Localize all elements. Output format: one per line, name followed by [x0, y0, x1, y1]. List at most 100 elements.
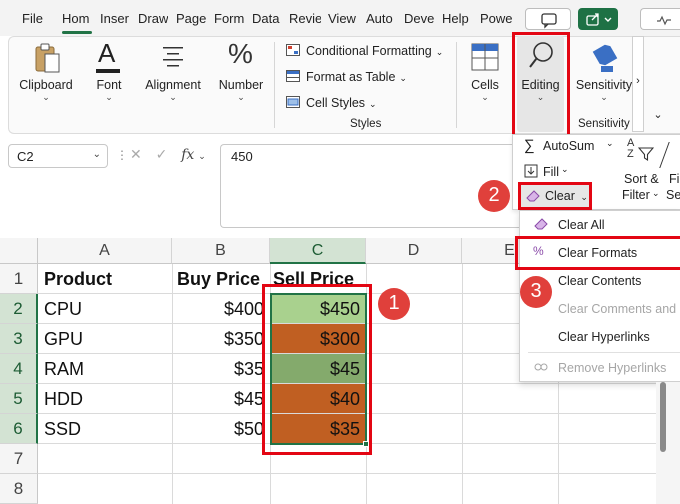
number-button[interactable]: % Number ⌄ [212, 36, 270, 132]
tab-file[interactable]: File [22, 11, 43, 26]
cancel-icon[interactable]: ✕ [130, 146, 142, 162]
comment-icon [541, 13, 557, 29]
chevron-down-icon[interactable]: ⌄ [93, 149, 101, 160]
column-header-c[interactable]: C [270, 238, 366, 264]
menu-item-clear-all[interactable]: Clear All [558, 218, 605, 232]
name-box-value: C2 [17, 149, 34, 164]
scrollbar-thumb[interactable] [660, 382, 666, 452]
cell-b2[interactable]: $400 [172, 294, 270, 324]
cells-label: Cells [471, 78, 499, 92]
chevron-down-icon[interactable]: ⌄ [652, 188, 660, 199]
autosum-button[interactable]: AutoSum [543, 139, 594, 153]
find-select-label-1[interactable]: Fi [669, 172, 679, 186]
row-header-1[interactable]: 1 [0, 264, 38, 294]
tab-automate[interactable]: Auto [366, 11, 396, 26]
menu-item-clear-hyperlinks[interactable]: Clear Hyperlinks [558, 330, 650, 344]
cell-b1[interactable]: Buy Price [177, 264, 260, 294]
cell-b3[interactable]: $350 [172, 324, 270, 354]
cell-a4[interactable]: RAM [44, 354, 84, 384]
cell-b6[interactable]: $50 [172, 414, 270, 444]
tab-draw[interactable]: Draw [138, 11, 168, 26]
tab-page-layout[interactable]: Page [176, 11, 207, 26]
row-header-7[interactable]: 7 [0, 444, 38, 474]
tab-power[interactable]: Powe [480, 11, 512, 26]
clear-button[interactable]: Clear ⌄ [518, 182, 592, 210]
conditional-formatting-button[interactable]: Conditional Formatting ⌄ [286, 44, 443, 58]
name-box[interactable]: C2 ⌄ [8, 144, 108, 168]
formula-controls: ✕ ✓ fx ⌄ [130, 146, 206, 163]
menu-item-clear-comments: Clear Comments and N [558, 302, 680, 316]
fill-icon [524, 164, 538, 178]
sort-filter-label-1[interactable]: Sort & [624, 172, 659, 186]
cell-a2[interactable]: CPU [44, 294, 82, 324]
row-header-4[interactable]: 4 [0, 354, 38, 384]
tab-home[interactable]: Hom [62, 11, 94, 26]
cell-a5[interactable]: HDD [44, 384, 83, 414]
highlight-box-selection [262, 284, 372, 455]
row-header-8[interactable]: 8 [0, 474, 38, 504]
remove-hyperlink-icon [534, 363, 548, 371]
chevron-down-icon[interactable]: ⌄ [606, 138, 614, 149]
tab-help[interactable]: Help [442, 11, 472, 26]
activity-icon [657, 15, 671, 26]
ribbon-separator [456, 42, 457, 128]
clear-formats-highlight-box [515, 236, 680, 270]
format-as-table-icon [286, 70, 300, 82]
fill-button[interactable]: Fill [543, 165, 559, 179]
cell-b5[interactable]: $45 [172, 384, 270, 414]
cell-a1[interactable]: Product [44, 264, 112, 294]
chevron-down-icon: ⌄ [435, 47, 444, 57]
formula-input[interactable]: 450 [220, 144, 520, 228]
number-label: Number [218, 78, 264, 92]
column-header-b[interactable]: B [172, 238, 270, 264]
tab-view[interactable]: View [328, 11, 358, 26]
column-header-d[interactable]: D [366, 238, 462, 264]
conditional-formatting-icon [286, 44, 300, 56]
ribbon-scroll-right[interactable]: › [632, 36, 644, 132]
chevron-down-icon: ⌄ [369, 99, 377, 109]
enter-icon[interactable]: ✓ [156, 146, 168, 162]
formula-bar-grip[interactable]: ⋮ [116, 148, 128, 162]
tab-review[interactable]: Revie [289, 11, 321, 26]
grid-line [38, 473, 680, 474]
cell-a3[interactable]: GPU [44, 324, 83, 354]
sort-filter-label-2[interactable]: Filter [622, 188, 650, 202]
cell-b4[interactable]: $35 [172, 354, 270, 384]
chevron-down-icon: ⌄ [169, 92, 177, 102]
cell-styles-button[interactable]: Cell Styles ⌄ [286, 96, 377, 110]
share-button[interactable] [578, 8, 618, 30]
chevron-down-icon[interactable]: ⌄ [198, 151, 206, 161]
cell-a6[interactable]: SSD [44, 414, 81, 444]
menu-item-clear-contents[interactable]: Clear Contents [558, 274, 641, 288]
find-select-label-2[interactable]: Sel [666, 188, 680, 202]
row-header-6[interactable]: 6 [0, 414, 38, 444]
format-as-table-button[interactable]: Format as Table ⌄ [286, 70, 407, 84]
grid-line [462, 264, 463, 504]
insert-function-icon[interactable]: fx [181, 147, 194, 163]
activity-button[interactable] [640, 8, 680, 30]
row-header-5[interactable]: 5 [0, 384, 38, 414]
tab-formulas[interactable]: Form [214, 11, 245, 26]
tab-insert[interactable]: Inser [100, 11, 132, 26]
row-header-3[interactable]: 3 [0, 324, 38, 354]
column-header-a[interactable]: A [38, 238, 172, 264]
step-badge-2: 2 [478, 180, 510, 212]
autosum-icon: ∑ [524, 137, 535, 154]
ribbon-collapse-button[interactable]: ⌄ [648, 108, 668, 128]
font-button[interactable]: A Font ⌄ [84, 36, 134, 132]
comments-button[interactable] [525, 8, 571, 30]
clipboard-button[interactable]: Clipboard ⌄ [16, 36, 76, 132]
editing-highlight-box [512, 32, 570, 138]
tab-developer[interactable]: Deve [404, 11, 435, 26]
tab-data[interactable]: Data [252, 11, 281, 26]
select-all-corner[interactable] [0, 238, 38, 264]
eraser-icon [526, 190, 540, 202]
menu-item-remove-hyperlinks: Remove Hyperlinks [558, 361, 667, 375]
chevron-down-icon: ⌄ [481, 92, 489, 102]
alignment-button[interactable]: Alignment ⌄ [140, 36, 206, 132]
chevron-down-icon[interactable]: ⌄ [561, 164, 569, 175]
font-label: Font [96, 78, 122, 92]
align-center-icon [163, 47, 183, 67]
row-header-2[interactable]: 2 [0, 294, 38, 324]
cells-button[interactable]: Cells ⌄ [464, 36, 506, 132]
